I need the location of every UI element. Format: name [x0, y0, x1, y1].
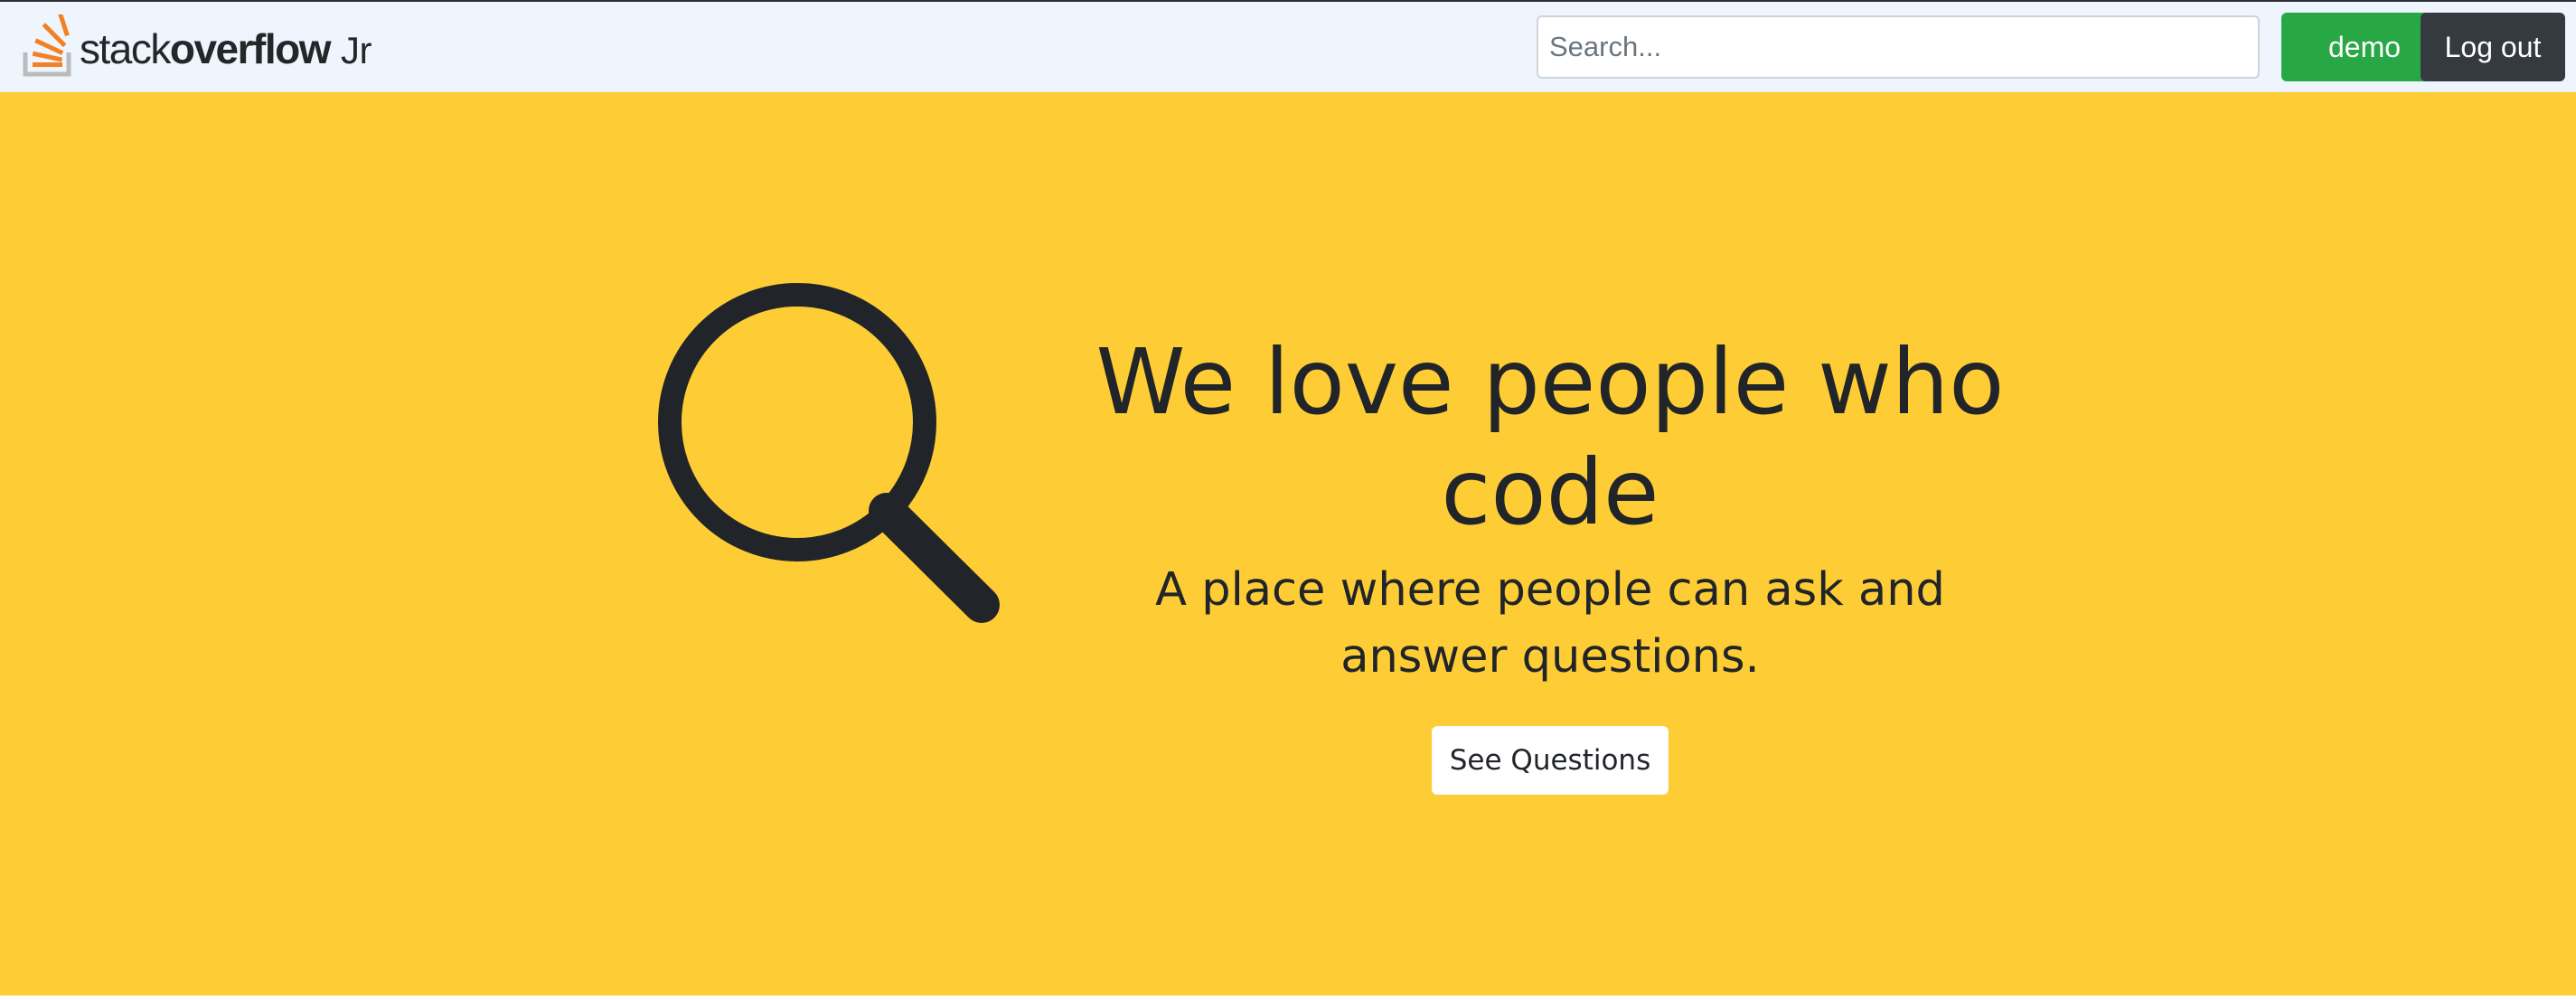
see-questions-button[interactable]: See Questions [1432, 726, 1669, 795]
stackoverflow-logo-icon [23, 14, 71, 77]
search-input[interactable] [1537, 15, 2260, 79]
brand-name-suffix: Jr [341, 29, 372, 71]
hero-subtitle: A place where people can ask and answer … [1155, 563, 1945, 684]
brand-logo-link[interactable]: stackoverflow Jr [22, 14, 401, 80]
magnifying-glass-icon [658, 283, 1000, 623]
logout-button[interactable]: Log out [2421, 13, 2565, 81]
hero-title: We love people who code [1095, 329, 2005, 545]
hero-banner: We love people who code A place where pe… [0, 92, 2576, 995]
brand-name: stackoverflow Jr [80, 24, 372, 74]
brand-name-light: stack [80, 25, 171, 72]
top-navbar: stackoverflowJr demo Log out [0, 0, 2576, 92]
page-bottom-divider [0, 995, 2576, 1000]
brand-name-bold: overflow [169, 25, 332, 72]
